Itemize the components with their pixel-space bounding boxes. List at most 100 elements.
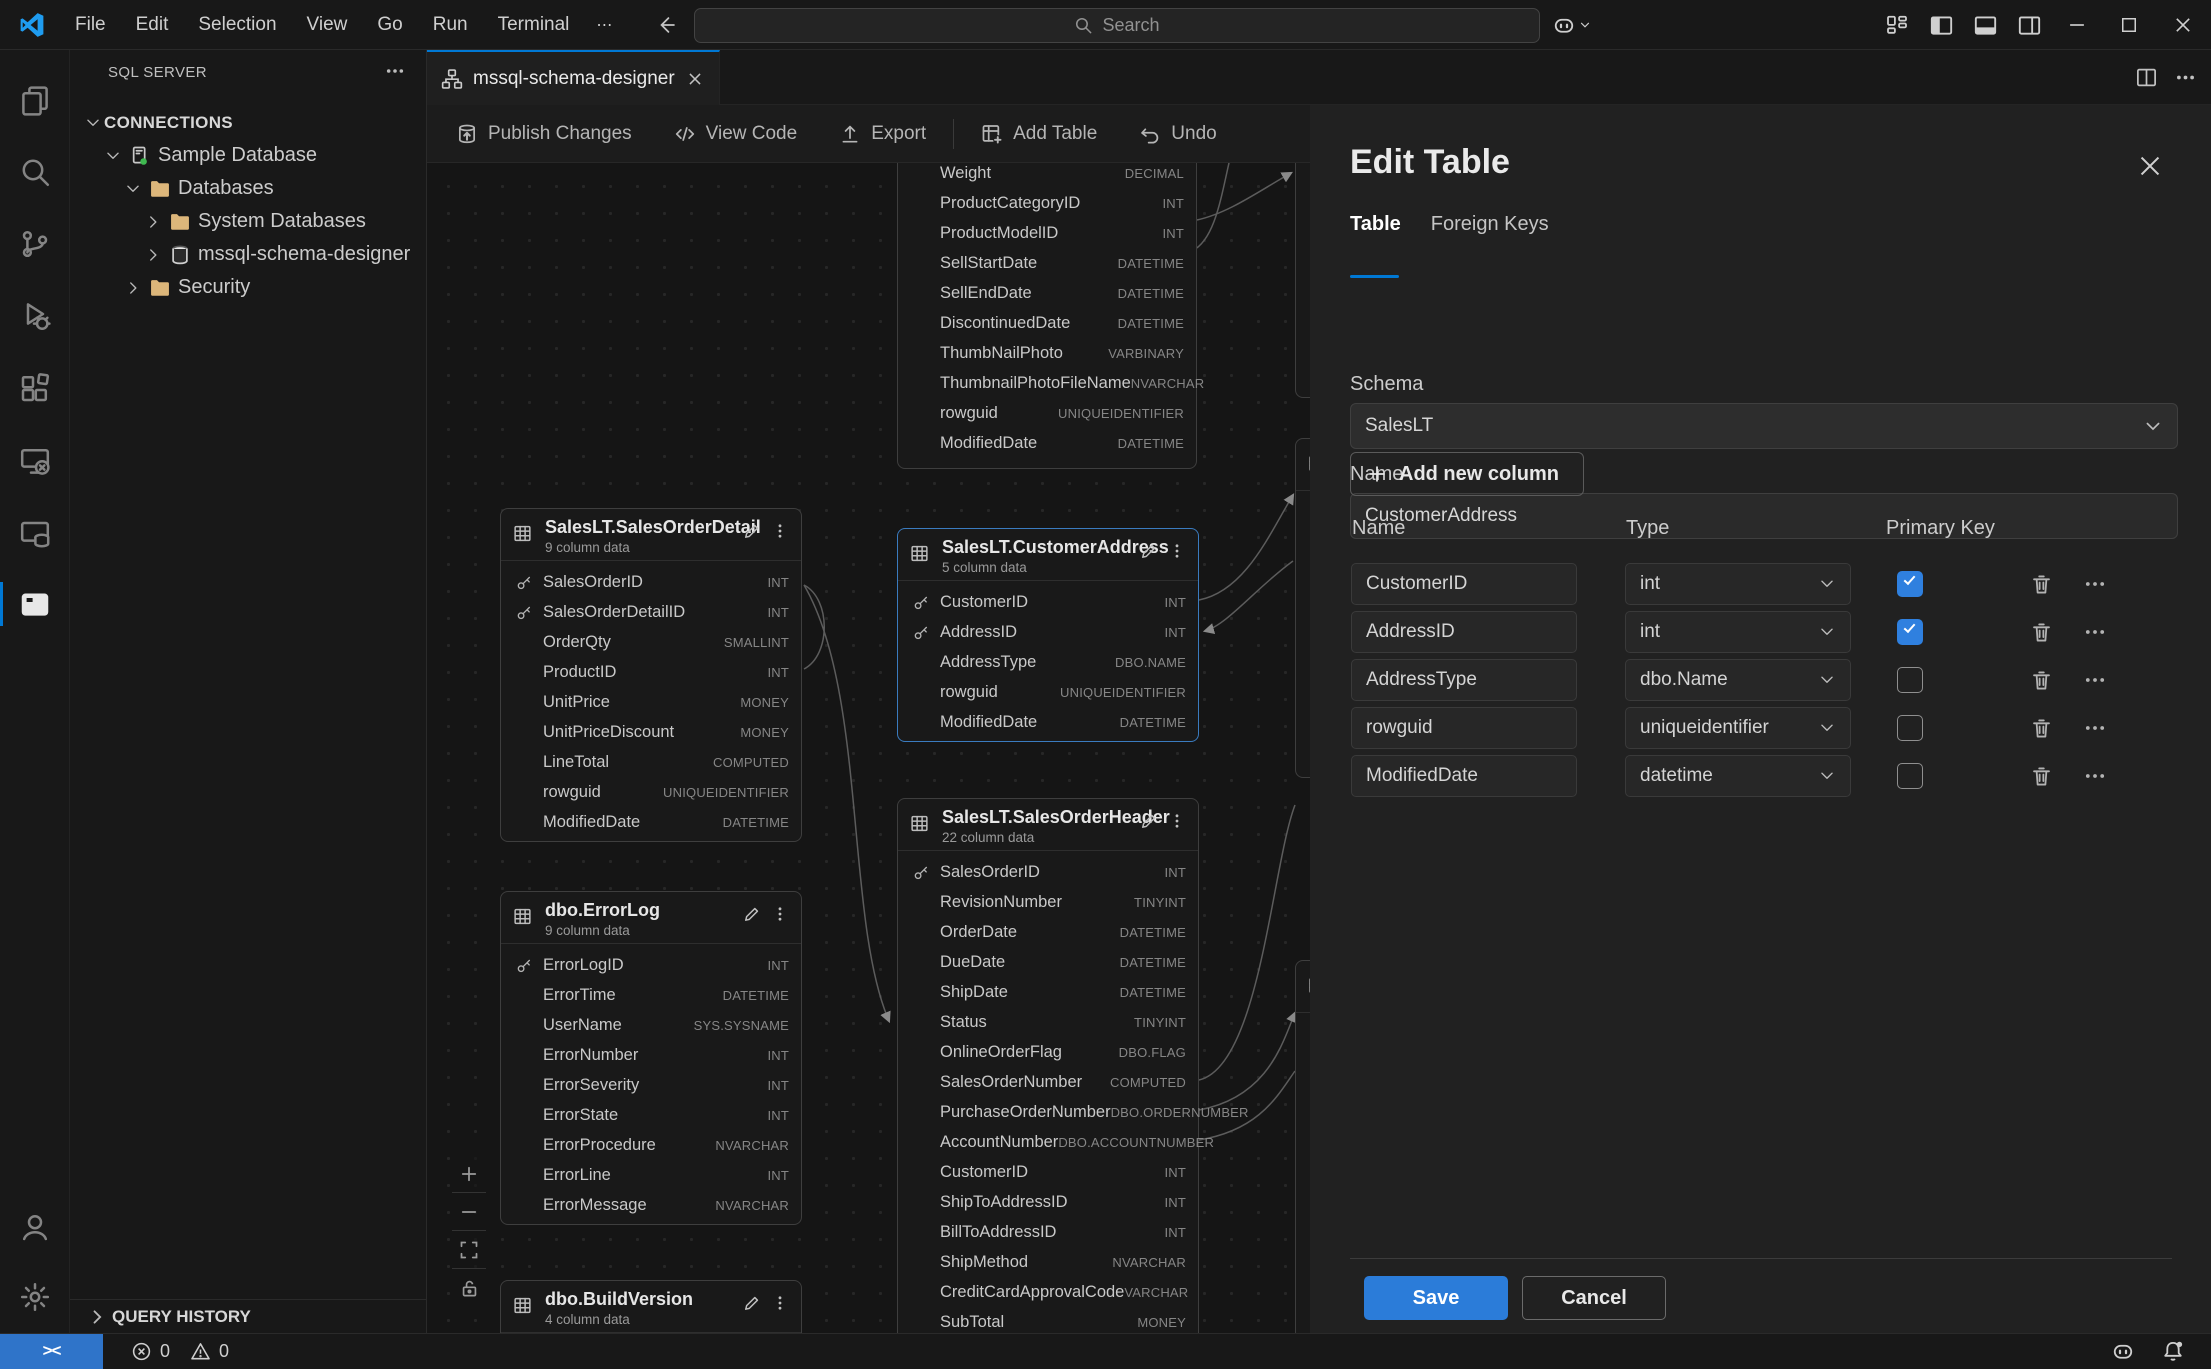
table-node-partial-mid-right[interactable] <box>1295 438 1310 778</box>
menu-item-run[interactable]: Run <box>418 8 483 42</box>
toolbar-button-undo[interactable]: Undo <box>1118 114 1237 154</box>
primary-key-checkbox[interactable] <box>1897 571 1923 597</box>
column-more-options-icon[interactable] <box>2082 763 2108 789</box>
edit-table-icon[interactable] <box>742 905 761 924</box>
copilot-status-icon[interactable] <box>2111 1339 2135 1363</box>
column-type-select[interactable]: dbo.Name <box>1625 659 1851 701</box>
tab-close-icon[interactable] <box>685 67 705 91</box>
panel-tab-table[interactable]: Table <box>1350 213 1401 250</box>
maximize-window-icon[interactable] <box>2103 0 2155 50</box>
edit-table-icon[interactable] <box>742 1294 761 1313</box>
menu-more-button[interactable]: ⋯ <box>584 9 624 41</box>
column-type-select[interactable]: uniqueidentifier <box>1625 707 1851 749</box>
menu-item-file[interactable]: File <box>60 8 121 42</box>
table-more-options-icon[interactable] <box>1168 542 1186 560</box>
table-node-error-log[interactable]: dbo.ErrorLog9 column dataErrorLogIDINTEr… <box>500 891 802 1225</box>
primary-key-checkbox[interactable] <box>1897 619 1923 645</box>
table-node-sales-order-detail[interactable]: SalesLT.SalesOrderDetail9 column dataSal… <box>500 508 802 842</box>
table-more-options-icon[interactable] <box>771 905 789 923</box>
toolbar-button-export[interactable]: Export <box>818 114 947 154</box>
activity-item-remote-explorer[interactable] <box>0 429 70 493</box>
save-button[interactable]: Save <box>1364 1276 1508 1320</box>
split-editor-icon[interactable] <box>2135 66 2158 89</box>
activity-item-database-projects[interactable] <box>0 501 70 565</box>
column-more-options-icon[interactable] <box>2082 667 2108 693</box>
activity-item-source-control[interactable] <box>0 212 70 276</box>
tab-mssql-schema-designer[interactable]: mssql-schema-designer <box>427 50 720 105</box>
panel-close-icon[interactable] <box>2133 149 2167 183</box>
table-more-options-icon[interactable] <box>771 522 789 540</box>
editor-more-actions-icon[interactable] <box>2174 66 2197 89</box>
zoom-in-icon[interactable] <box>452 1155 486 1193</box>
sidebar-item-system-databases[interactable]: System Databases <box>70 205 426 238</box>
menu-item-edit[interactable]: Edit <box>121 8 184 42</box>
sidebar-item-security[interactable]: Security <box>70 271 426 304</box>
delete-column-icon[interactable] <box>2028 763 2054 789</box>
command-center-search[interactable]: Search <box>694 8 1540 43</box>
delete-column-icon[interactable] <box>2028 619 2054 645</box>
column-name-input[interactable]: AddressType <box>1351 659 1577 701</box>
column-type-select[interactable]: datetime <box>1625 755 1851 797</box>
toolbar-button-publish-changes[interactable]: Publish Changes <box>435 114 653 154</box>
sidebar-item-databases[interactable]: Databases <box>70 172 426 205</box>
back-arrow-icon[interactable] <box>650 10 680 40</box>
toggle-panel-icon[interactable] <box>1963 0 2007 50</box>
column-more-options-icon[interactable] <box>2082 715 2108 741</box>
toggle-secondary-sidebar-icon[interactable] <box>2007 0 2051 50</box>
column-name-input[interactable]: rowguid <box>1351 707 1577 749</box>
table-node-partial-bottom-right[interactable] <box>1295 960 1310 1333</box>
edit-table-icon[interactable] <box>742 522 761 541</box>
column-name-input[interactable]: ModifiedDate <box>1351 755 1577 797</box>
add-new-column-button[interactable]: Add new column <box>1350 452 1584 496</box>
activity-item-search[interactable] <box>0 140 70 204</box>
activity-item-run-debug[interactable] <box>0 284 70 348</box>
toolbar-button-add-table[interactable]: Add Table <box>960 114 1118 154</box>
column-name-input[interactable]: CustomerID <box>1351 563 1577 605</box>
table-node-sales-order-header[interactable]: SalesLT.SalesOrderHeader22 column dataSa… <box>897 798 1199 1333</box>
edit-table-icon[interactable] <box>1139 542 1158 561</box>
table-node-build-version[interactable]: dbo.BuildVersion4 column data <box>500 1280 802 1333</box>
primary-key-checkbox[interactable] <box>1897 667 1923 693</box>
delete-column-icon[interactable] <box>2028 667 2054 693</box>
minimize-window-icon[interactable] <box>2051 0 2103 50</box>
schema-diagram-canvas[interactable]: WeightDECIMALProductCategoryIDINTProduct… <box>427 163 1310 1333</box>
primary-key-checkbox[interactable] <box>1897 715 1923 741</box>
activity-item-extensions[interactable] <box>0 356 70 420</box>
lock-icon[interactable] <box>452 1269 486 1307</box>
column-type-select[interactable]: int <box>1625 611 1851 653</box>
fit-view-icon[interactable] <box>452 1231 486 1269</box>
column-name-input[interactable]: AddressID <box>1351 611 1577 653</box>
sidebar-item-mssql-schema-designer[interactable]: mssql-schema-designer <box>70 238 426 271</box>
table-more-options-icon[interactable] <box>1168 812 1186 830</box>
schema-dropdown[interactable]: SalesLT <box>1350 403 2178 449</box>
remote-indicator[interactable]: >< <box>0 1334 103 1369</box>
toggle-primary-sidebar-icon[interactable] <box>1919 0 1963 50</box>
menu-item-view[interactable]: View <box>292 8 363 42</box>
close-window-icon[interactable] <box>2155 0 2211 50</box>
cancel-button[interactable]: Cancel <box>1522 1276 1666 1320</box>
activity-item-sql-server[interactable] <box>0 572 70 636</box>
panel-tab-foreign-keys[interactable]: Foreign Keys <box>1431 213 1549 250</box>
delete-column-icon[interactable] <box>2028 715 2054 741</box>
column-type-select[interactable]: int <box>1625 563 1851 605</box>
delete-column-icon[interactable] <box>2028 571 2054 597</box>
customize-layout-icon[interactable] <box>1875 0 1919 50</box>
zoom-out-icon[interactable] <box>452 1193 486 1231</box>
column-more-options-icon[interactable] <box>2082 619 2108 645</box>
table-node-product-partial[interactable]: WeightDECIMALProductCategoryIDINTProduct… <box>897 163 1197 469</box>
sidebar-item-sample-database[interactable]: Sample Database <box>70 139 426 172</box>
edit-table-icon[interactable] <box>1139 812 1158 831</box>
sidebar-item-connections[interactable]: CONNECTIONS <box>70 106 426 139</box>
activity-item-explorer[interactable] <box>0 68 70 132</box>
table-more-options-icon[interactable] <box>771 1294 789 1312</box>
table-node-partial-top-right[interactable] <box>1295 163 1310 398</box>
table-node-customer-address[interactable]: SalesLT.CustomerAddress5 column dataCust… <box>897 528 1199 742</box>
notifications-bell-icon[interactable] <box>2161 1339 2185 1363</box>
sidebar-more-actions-icon[interactable] <box>380 56 410 86</box>
query-history-section[interactable]: QUERY HISTORY <box>70 1299 426 1333</box>
toolbar-button-view-code[interactable]: View Code <box>653 114 819 154</box>
table-name-input[interactable]: CustomerAddress <box>1350 493 2178 539</box>
activity-item-accounts[interactable] <box>0 1195 70 1259</box>
menu-item-go[interactable]: Go <box>362 8 417 42</box>
problems-status[interactable]: 0 0 <box>131 1341 241 1362</box>
